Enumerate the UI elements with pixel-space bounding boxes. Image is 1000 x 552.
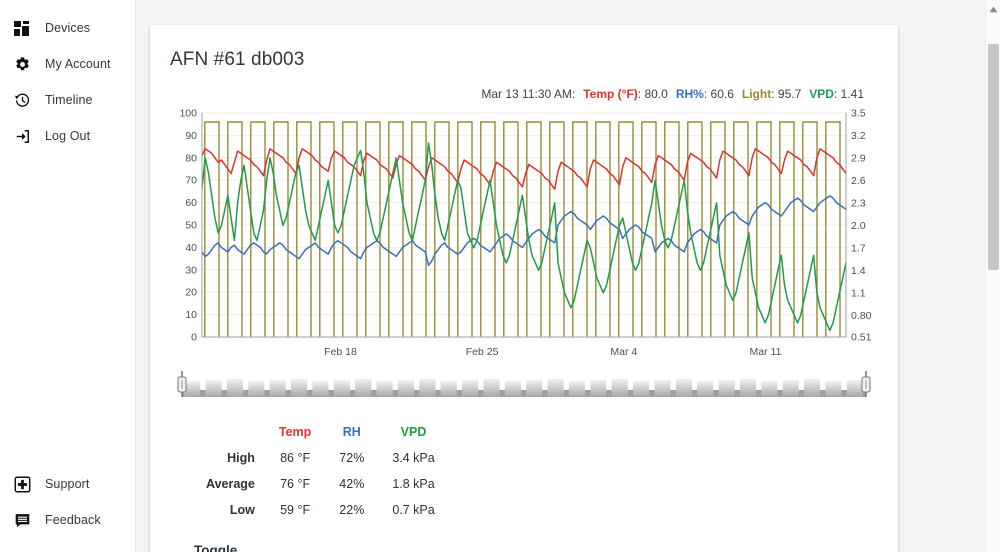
- table-row: Low 59 °F 22% 0.7 kPa: [192, 497, 449, 523]
- svg-text:1.7: 1.7: [851, 242, 866, 254]
- svg-text:70: 70: [185, 175, 197, 187]
- svg-text:0: 0: [191, 332, 197, 344]
- svg-text:1.4: 1.4: [851, 265, 866, 277]
- readout-key-vpd: VPD: [809, 87, 834, 101]
- stats-cell-vpd: 0.7 kPa: [392, 503, 435, 517]
- readout-sep: :: [771, 87, 775, 101]
- chart-readout: Mar 13 11:30 AM: Temp (°F): 80.0 RH%: 60.6…: [170, 87, 878, 101]
- main-content: AFN #61 db003 Mar 13 11:30 AM: Temp (°F):…: [136, 0, 1000, 552]
- gear-icon: [14, 56, 31, 73]
- readout-entry-vpd: VPD: 1.41: [809, 87, 864, 101]
- svg-text:1.1: 1.1: [851, 287, 866, 299]
- sidebar-item-label: My Account: [45, 57, 111, 71]
- sidebar-item-label: Log Out: [45, 129, 91, 143]
- vertical-scrollbar[interactable]: [985, 0, 1000, 552]
- svg-text:100: 100: [179, 108, 197, 120]
- stats-cell-rh: 42%: [339, 477, 365, 491]
- sidebar-item-label: Support: [45, 477, 90, 491]
- stats-row-label: High: [227, 451, 255, 465]
- toggle-heading: Toggle: [194, 543, 238, 552]
- svg-text:2.6: 2.6: [851, 175, 866, 187]
- sidebar-item-devices[interactable]: Devices: [0, 10, 135, 46]
- readout-value-vpd: 1.41: [840, 87, 864, 101]
- sidebar-item-my-account[interactable]: My Account: [0, 46, 135, 82]
- device-detail-card: AFN #61 db003 Mar 13 11:30 AM: Temp (°F):…: [150, 25, 898, 552]
- page-title: AFN #61 db003: [170, 49, 305, 70]
- sidebar-item-label: Timeline: [45, 93, 93, 107]
- sidebar-bottom-group: Support Feedback: [0, 466, 135, 552]
- stats-cell-rh: 72%: [339, 451, 365, 465]
- feedback-icon: [14, 512, 31, 529]
- readout-value-light: 95.7: [777, 87, 802, 101]
- stats-row-label: Low: [229, 503, 255, 517]
- svg-text:2.0: 2.0: [851, 220, 866, 232]
- stats-row-label: Average: [206, 477, 255, 491]
- stats-cell-temp: 76 °F: [280, 477, 311, 491]
- svg-text:0.51: 0.51: [851, 332, 872, 344]
- app-root: Devices My Account Timeline Log Out Supp…: [0, 0, 1000, 552]
- svg-text:40: 40: [185, 242, 197, 254]
- readout-sep: :: [833, 87, 838, 101]
- readout-entry-light: Light: 95.7: [742, 87, 801, 101]
- scroll-up-arrow-icon[interactable]: [986, 2, 1000, 16]
- summary-stats-table: Temp RH VPD High 86 °F 72% 3.4 kPa Avera…: [192, 419, 449, 523]
- svg-text:Feb 25: Feb 25: [466, 346, 499, 358]
- stats-cell-temp: 59 °F: [280, 503, 311, 517]
- logout-icon: [14, 128, 31, 145]
- svg-text:0.80: 0.80: [851, 310, 872, 322]
- sidebar-item-support[interactable]: Support: [0, 466, 135, 502]
- scrollbar-thumb[interactable]: [988, 44, 999, 270]
- svg-text:90: 90: [185, 130, 197, 142]
- stats-cell-vpd: 1.8 kPa: [392, 477, 435, 491]
- readout-entry-rh: RH%: 60.6: [676, 87, 734, 101]
- svg-text:3.2: 3.2: [851, 130, 866, 142]
- readout-sep: :: [703, 87, 708, 101]
- history-icon: [14, 92, 31, 109]
- svg-text:10: 10: [185, 309, 197, 321]
- readout-value-temp: 80.0: [644, 87, 668, 101]
- dashboard-icon: [14, 20, 31, 37]
- sidebar-item-label: Feedback: [45, 513, 101, 527]
- stats-col-blank: [192, 419, 265, 445]
- table-header-row: Temp RH VPD: [192, 419, 449, 445]
- support-icon: [14, 476, 31, 493]
- svg-text:Feb 18: Feb 18: [324, 346, 357, 358]
- stats-col-temp: Temp: [278, 425, 312, 439]
- readout-entry-temp: Temp (°F): 80.0: [583, 87, 668, 101]
- stats-cell-rh: 22%: [339, 503, 365, 517]
- svg-text:2.9: 2.9: [851, 152, 866, 164]
- sidebar-item-log-out[interactable]: Log Out: [0, 118, 135, 154]
- readout-value-rh: 60.6: [710, 87, 734, 101]
- table-row: High 86 °F 72% 3.4 kPa: [192, 445, 449, 471]
- table-row: Average 76 °F 42% 1.8 kPa: [192, 471, 449, 497]
- svg-text:80: 80: [185, 152, 197, 164]
- svg-text:Mar 4: Mar 4: [610, 346, 637, 358]
- svg-text:30: 30: [185, 264, 197, 276]
- svg-text:20: 20: [185, 287, 197, 299]
- svg-text:Mar 11: Mar 11: [750, 346, 782, 358]
- svg-text:60: 60: [185, 197, 197, 209]
- readout-key-temp: Temp (°F): [583, 87, 638, 101]
- stats-col-rh: RH: [342, 425, 361, 439]
- stats-col-vpd: VPD: [400, 425, 427, 439]
- readout-sep: :: [637, 87, 642, 101]
- sidebar-item-feedback[interactable]: Feedback: [0, 502, 135, 538]
- readout-key-light: Light: [741, 87, 772, 101]
- svg-text:50: 50: [185, 220, 197, 232]
- sidebar: Devices My Account Timeline Log Out Supp…: [0, 0, 136, 552]
- svg-text:3.5: 3.5: [851, 108, 866, 120]
- stats-cell-temp: 86 °F: [280, 451, 311, 465]
- range-selector[interactable]: [170, 371, 878, 401]
- readout-timestamp: Mar 13 11:30 AM:: [481, 87, 576, 101]
- svg-text:2.3: 2.3: [851, 197, 866, 209]
- sidebar-item-timeline[interactable]: Timeline: [0, 82, 135, 118]
- readout-key-rh: RH%: [675, 87, 704, 101]
- sidebar-item-label: Devices: [45, 21, 91, 35]
- timeseries-chart[interactable]: 0 10 20 30 40 50 60 70 80 90 100 0.51 0.80 1.1 1.4 1.7 2…: [170, 105, 878, 363]
- stats-cell-vpd: 3.4 kPa: [392, 451, 435, 465]
